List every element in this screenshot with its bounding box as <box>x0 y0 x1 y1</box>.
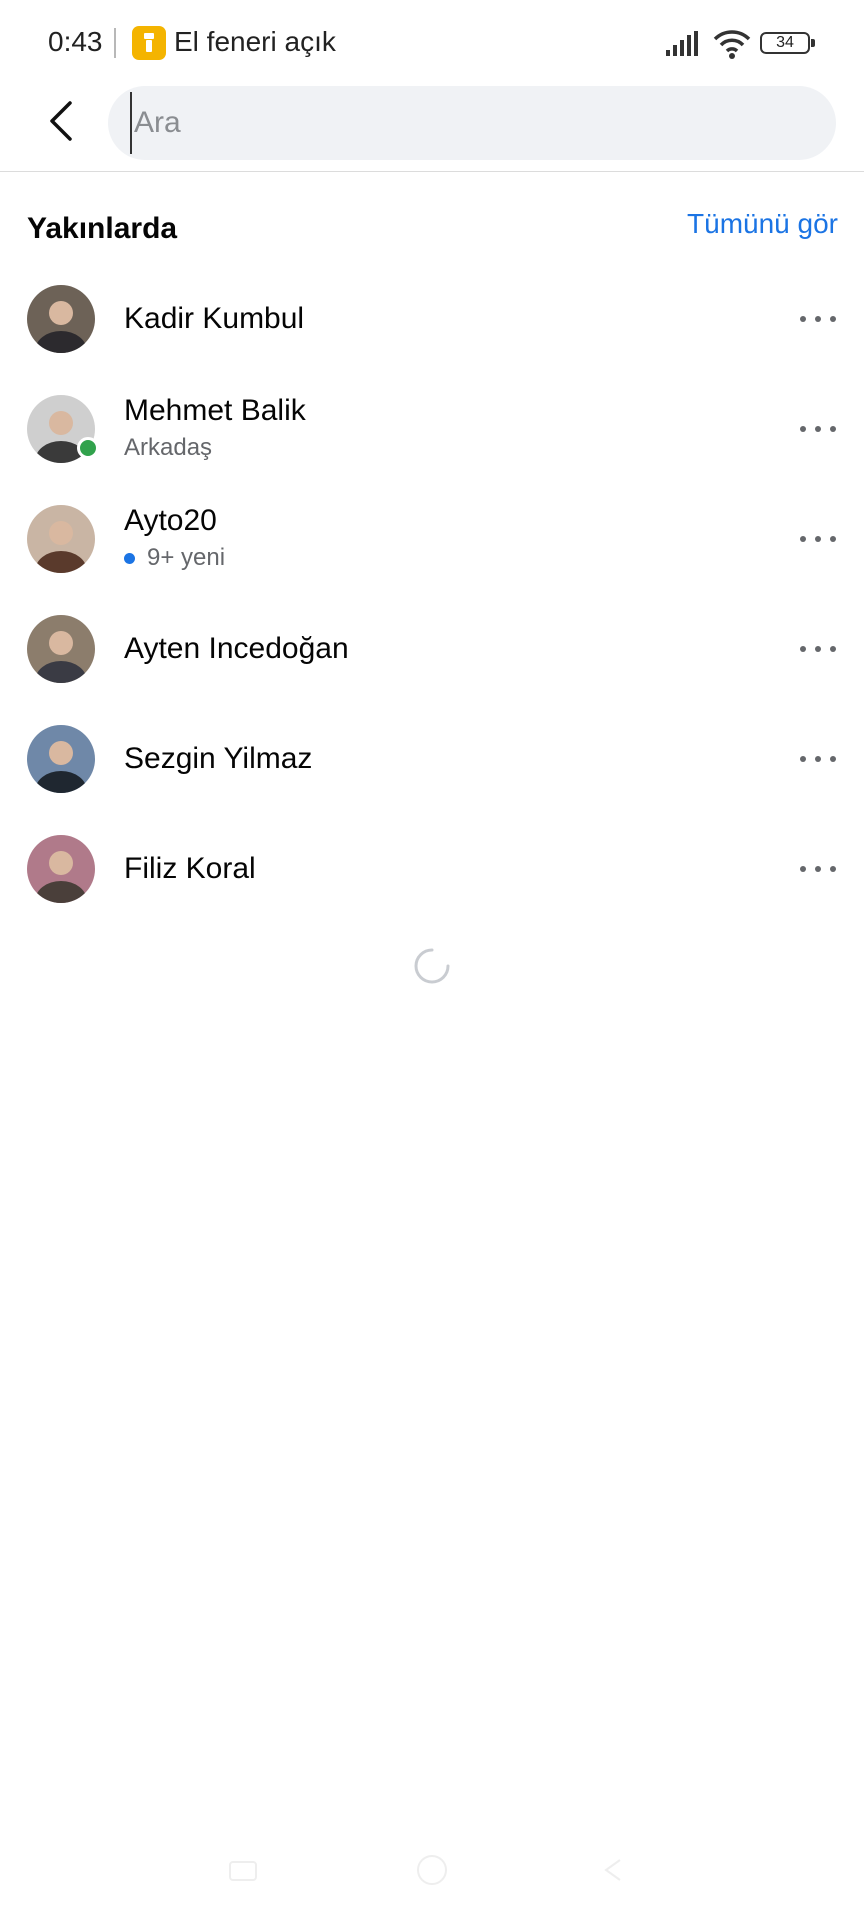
battery-level: 34 <box>760 32 810 54</box>
more-dot-icon <box>815 646 821 652</box>
battery-tip <box>811 39 815 47</box>
avatar[interactable] <box>27 835 95 903</box>
more-options-button[interactable] <box>800 414 836 444</box>
more-dot-icon <box>830 316 836 322</box>
more-dot-icon <box>815 536 821 542</box>
contact-row[interactable]: Mehmet Balik Arkadaş <box>0 374 864 484</box>
chevron-left-icon <box>50 101 72 141</box>
more-dot-icon <box>800 426 806 432</box>
see-all-link[interactable]: Tümünü gör <box>687 208 838 240</box>
people-search-screen: 0:43 El feneri açık 34 Ara Yakınlarda Tü… <box>0 0 864 1920</box>
contact-name: Sezgin Yilmaz <box>124 742 313 775</box>
unread-dot-icon <box>124 552 135 564</box>
more-dot-icon <box>800 536 806 542</box>
more-options-button[interactable] <box>800 854 836 884</box>
contact-subtitle-text: 9+ yeni <box>147 544 226 571</box>
loading-spinner-icon <box>414 948 450 984</box>
nearby-contact-list: Kadir Kumbul Mehmet Balik Arkadaş Ayto20 9+ … <box>0 264 864 924</box>
more-dot-icon <box>815 866 821 872</box>
search-input[interactable] <box>130 92 796 154</box>
status-bar: 0:43 El feneri açık 34 <box>0 0 864 86</box>
more-options-button[interactable] <box>800 304 836 334</box>
more-options-button[interactable] <box>800 634 836 664</box>
online-status-icon <box>77 437 99 459</box>
contact-subtitle: 9+ yeni <box>124 544 225 572</box>
search-header <box>0 86 864 172</box>
contact-name: Ayten Incedoğan <box>124 632 349 665</box>
more-dot-icon <box>815 316 821 322</box>
more-dot-icon <box>830 756 836 762</box>
avatar[interactable] <box>27 725 95 793</box>
contact-row[interactable]: Ayten Incedoğan <box>0 594 864 704</box>
more-dot-icon <box>830 426 836 432</box>
avatar[interactable] <box>27 285 95 353</box>
contact-row[interactable]: Kadir Kumbul <box>0 264 864 374</box>
navigation-bar <box>229 1855 621 1885</box>
status-divider <box>114 28 116 58</box>
avatar[interactable] <box>27 395 99 463</box>
torch-status-label: El feneri açık <box>174 26 336 57</box>
recents-nav-icon <box>229 1861 257 1881</box>
signal-icon <box>666 31 698 56</box>
torch-icon <box>132 26 166 60</box>
home-nav-icon <box>417 1855 447 1885</box>
battery-icon: 34 <box>760 32 816 56</box>
more-options-button[interactable] <box>800 744 836 774</box>
contact-subtitle: Arkadaş <box>124 434 212 462</box>
search-box[interactable] <box>108 86 836 160</box>
header-divider <box>0 171 864 172</box>
status-time: 0:43 <box>48 26 103 57</box>
more-dot-icon <box>800 756 806 762</box>
contact-row[interactable]: Sezgin Yilmaz <box>0 704 864 814</box>
contact-name: Kadir Kumbul <box>124 302 305 335</box>
more-dot-icon <box>815 426 821 432</box>
avatar-photo <box>27 725 95 793</box>
contact-subtitle-text: Arkadaş <box>124 434 213 461</box>
contact-row[interactable]: Ayto20 9+ yeni <box>0 484 864 594</box>
section-title: Yakınlarda <box>27 212 178 245</box>
more-dot-icon <box>800 866 806 872</box>
avatar-photo <box>27 835 95 903</box>
avatar[interactable] <box>27 615 95 683</box>
more-dot-icon <box>800 646 806 652</box>
wifi-icon <box>713 30 751 59</box>
more-options-button[interactable] <box>800 524 836 554</box>
contact-name: Mehmet Balik <box>124 394 306 427</box>
contact-name: Filiz Koral <box>124 852 256 885</box>
avatar-photo <box>27 615 95 683</box>
avatar[interactable] <box>27 505 95 573</box>
more-dot-icon <box>815 756 821 762</box>
contact-name: Ayto20 <box>124 504 217 537</box>
more-dot-icon <box>830 866 836 872</box>
more-dot-icon <box>830 536 836 542</box>
avatar-photo <box>27 285 95 353</box>
contact-row[interactable]: Filiz Koral <box>0 814 864 924</box>
more-dot-icon <box>830 646 836 652</box>
back-button[interactable] <box>36 96 86 146</box>
more-dot-icon <box>800 316 806 322</box>
avatar-photo <box>27 505 95 573</box>
back-nav-icon <box>604 1859 621 1881</box>
